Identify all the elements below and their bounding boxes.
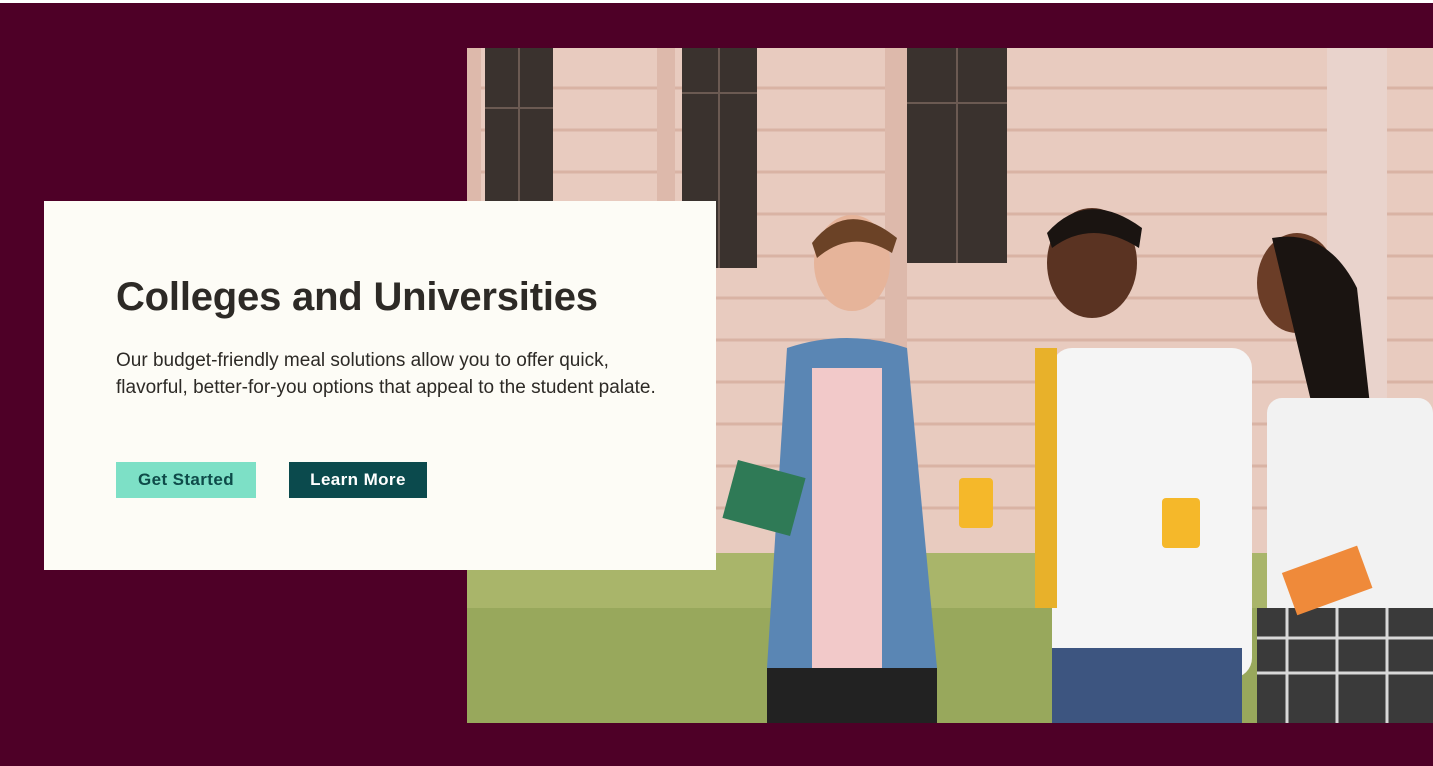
hero-card: Colleges and Universities Our budget-fri… <box>44 201 716 570</box>
page-title: Colleges and Universities <box>116 275 598 319</box>
get-started-button[interactable]: Get Started <box>116 462 256 498</box>
hero-section: Colleges and Universities Our budget-fri… <box>0 3 1433 766</box>
hero-description: Our budget-friendly meal solutions allow… <box>116 350 656 398</box>
learn-more-button[interactable]: Learn More <box>289 462 427 498</box>
